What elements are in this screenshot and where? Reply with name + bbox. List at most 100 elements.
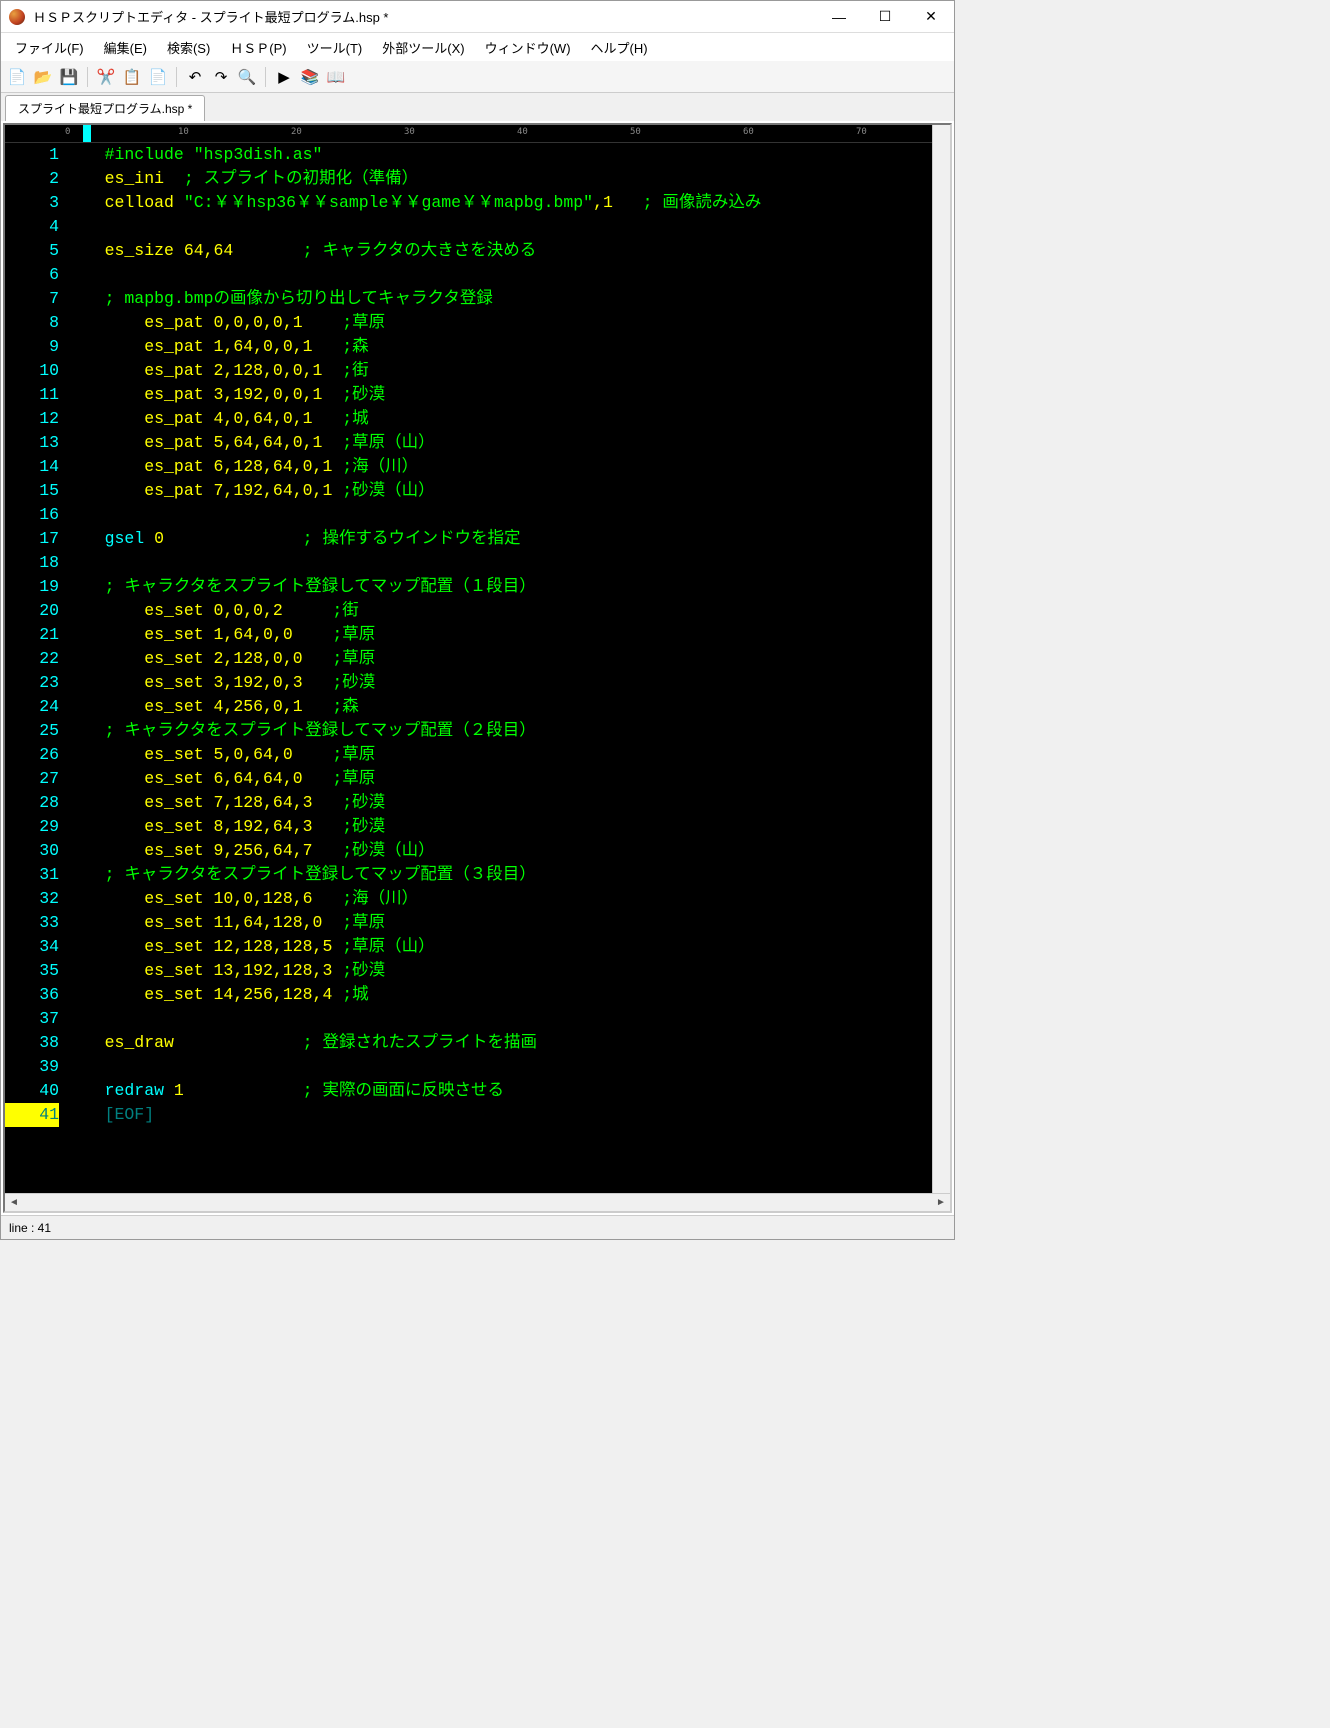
- code-line[interactable]: gsel 0 ; 操作するウインドウを指定: [65, 527, 932, 551]
- code-line[interactable]: [EOF]: [65, 1103, 932, 1127]
- line-number: 20: [5, 599, 59, 623]
- ruler-tick: 40: [517, 127, 528, 137]
- titlebar: ＨＳＰスクリプトエディタ - スプライト最短プログラム.hsp * — ☐ ✕: [1, 1, 954, 33]
- line-number: 27: [5, 767, 59, 791]
- file-tab[interactable]: スプライト最短プログラム.hsp *: [5, 95, 205, 121]
- code-line[interactable]: ; キャラクタをスプライト登録してマップ配置（２段目）: [65, 719, 932, 743]
- code-line[interactable]: es_set 2,128,0,0 ;草原: [65, 647, 932, 671]
- code-line[interactable]: es_set 6,64,64,0 ;草原: [65, 767, 932, 791]
- line-number: 11: [5, 383, 59, 407]
- code-line[interactable]: es_set 1,64,0,0 ;草原: [65, 623, 932, 647]
- code-line[interactable]: es_set 7,128,64,3 ;砂漠: [65, 791, 932, 815]
- tabbar: スプライト最短プログラム.hsp *: [1, 93, 954, 121]
- paste-icon[interactable]: 📄: [146, 65, 170, 89]
- code-line[interactable]: [65, 1007, 932, 1031]
- code-line[interactable]: es_pat 0,0,0,0,1 ;草原: [65, 311, 932, 335]
- line-number: 29: [5, 815, 59, 839]
- code-line[interactable]: redraw 1 ; 実際の画面に反映させる: [65, 1079, 932, 1103]
- code-container[interactable]: 1234567891011121314151617181920212223242…: [5, 143, 932, 1193]
- line-number: 28: [5, 791, 59, 815]
- minimize-button[interactable]: —: [816, 2, 862, 32]
- code-line[interactable]: es_set 14,256,128,4 ;城: [65, 983, 932, 1007]
- vertical-scrollbar[interactable]: [932, 125, 950, 1193]
- code-line[interactable]: es_set 9,256,64,7 ;砂漠（山）: [65, 839, 932, 863]
- line-number: 26: [5, 743, 59, 767]
- code-line[interactable]: es_set 13,192,128,3 ;砂漠: [65, 959, 932, 983]
- editor-area: 010203040506070 123456789101112131415161…: [3, 123, 952, 1213]
- menu-item-4[interactable]: ツール(T): [297, 34, 373, 61]
- line-number: 15: [5, 479, 59, 503]
- code-line[interactable]: es_set 3,192,0,3 ;砂漠: [65, 671, 932, 695]
- window-controls: — ☐ ✕: [816, 2, 954, 32]
- horizontal-scrollbar[interactable]: ◄ ►: [5, 1193, 950, 1211]
- find-icon[interactable]: 🔍: [235, 65, 259, 89]
- code-text[interactable]: #include "hsp3dish.as" es_ini ; スプライトの初期…: [65, 143, 932, 1193]
- line-number-gutter: 1234567891011121314151617181920212223242…: [5, 143, 65, 1193]
- line-number: 1: [5, 143, 59, 167]
- code-line[interactable]: #include "hsp3dish.as": [65, 143, 932, 167]
- code-line[interactable]: [65, 215, 932, 239]
- code-line[interactable]: es_pat 2,128,0,0,1 ;街: [65, 359, 932, 383]
- menu-item-6[interactable]: ウィンドウ(W): [475, 34, 581, 61]
- undo-icon[interactable]: ↶: [183, 65, 207, 89]
- menu-item-0[interactable]: ファイル(F): [5, 34, 94, 61]
- help-icon[interactable]: 📖: [324, 65, 348, 89]
- maximize-button[interactable]: ☐: [862, 2, 908, 32]
- code-line[interactable]: [65, 503, 932, 527]
- code-line[interactable]: es_pat 3,192,0,0,1 ;砂漠: [65, 383, 932, 407]
- code-line[interactable]: [65, 551, 932, 575]
- line-number: 32: [5, 887, 59, 911]
- code-line[interactable]: celload "C:￥￥hsp36￥￥sample￥￥game￥￥mapbg.…: [65, 191, 932, 215]
- line-number: 23: [5, 671, 59, 695]
- code-line[interactable]: es_pat 1,64,0,0,1 ;森: [65, 335, 932, 359]
- scroll-left-icon[interactable]: ◄: [5, 1194, 23, 1212]
- save-file-icon[interactable]: 💾: [57, 65, 81, 89]
- cut-icon[interactable]: ✂️: [94, 65, 118, 89]
- code-line[interactable]: es_set 12,128,128,5 ;草原（山）: [65, 935, 932, 959]
- code-line[interactable]: ; キャラクタをスプライト登録してマップ配置（３段目）: [65, 863, 932, 887]
- code-line[interactable]: es_set 11,64,128,0 ;草原: [65, 911, 932, 935]
- copy-icon[interactable]: 📋: [120, 65, 144, 89]
- line-number: 13: [5, 431, 59, 455]
- scroll-right-icon[interactable]: ►: [932, 1194, 950, 1212]
- open-file-icon[interactable]: 📂: [31, 65, 55, 89]
- compile-icon[interactable]: 📚: [298, 65, 322, 89]
- menu-item-3[interactable]: ＨＳＰ(P): [220, 34, 296, 61]
- new-file-icon[interactable]: 📄: [5, 65, 29, 89]
- code-line[interactable]: ; mapbg.bmpの画像から切り出してキャラクタ登録: [65, 287, 932, 311]
- code-line[interactable]: es_ini ; スプライトの初期化（準備）: [65, 167, 932, 191]
- code-line[interactable]: es_set 10,0,128,6 ;海（川）: [65, 887, 932, 911]
- line-number: 6: [5, 263, 59, 287]
- menu-item-1[interactable]: 編集(E): [94, 34, 157, 61]
- ruler-tick: 10: [178, 127, 189, 137]
- line-number: 24: [5, 695, 59, 719]
- code-line[interactable]: es_pat 5,64,64,0,1 ;草原（山）: [65, 431, 932, 455]
- code-line[interactable]: es_set 0,0,0,2 ;街: [65, 599, 932, 623]
- line-number: 40: [5, 1079, 59, 1103]
- run-icon[interactable]: ▶: [272, 65, 296, 89]
- code-line[interactable]: es_size 64,64 ; キャラクタの大きさを決める: [65, 239, 932, 263]
- code-line[interactable]: es_pat 4,0,64,0,1 ;城: [65, 407, 932, 431]
- code-line[interactable]: es_pat 6,128,64,0,1 ;海（川）: [65, 455, 932, 479]
- code-line[interactable]: [65, 1055, 932, 1079]
- menu-item-5[interactable]: 外部ツール(X): [372, 34, 474, 61]
- code-line[interactable]: es_draw ; 登録されたスプライトを描画: [65, 1031, 932, 1055]
- line-number: 12: [5, 407, 59, 431]
- toolbar: 📄 📂 💾 ✂️ 📋 📄 ↶ ↷ 🔍 ▶ 📚 📖: [1, 61, 954, 93]
- toolbar-separator: [176, 67, 177, 87]
- line-number: 33: [5, 911, 59, 935]
- toolbar-separator: [87, 67, 88, 87]
- ruler-tick: 30: [404, 127, 415, 137]
- status-line: line : 41: [9, 1221, 51, 1235]
- close-button[interactable]: ✕: [908, 2, 954, 32]
- code-line[interactable]: es_set 8,192,64,3 ;砂漠: [65, 815, 932, 839]
- toolbar-separator: [265, 67, 266, 87]
- code-line[interactable]: ; キャラクタをスプライト登録してマップ配置（１段目）: [65, 575, 932, 599]
- menu-item-7[interactable]: ヘルプ(H): [581, 34, 658, 61]
- menu-item-2[interactable]: 検索(S): [157, 34, 220, 61]
- code-line[interactable]: es_set 5,0,64,0 ;草原: [65, 743, 932, 767]
- redo-icon[interactable]: ↷: [209, 65, 233, 89]
- code-line[interactable]: [65, 263, 932, 287]
- code-line[interactable]: es_set 4,256,0,1 ;森: [65, 695, 932, 719]
- code-line[interactable]: es_pat 7,192,64,0,1 ;砂漠（山）: [65, 479, 932, 503]
